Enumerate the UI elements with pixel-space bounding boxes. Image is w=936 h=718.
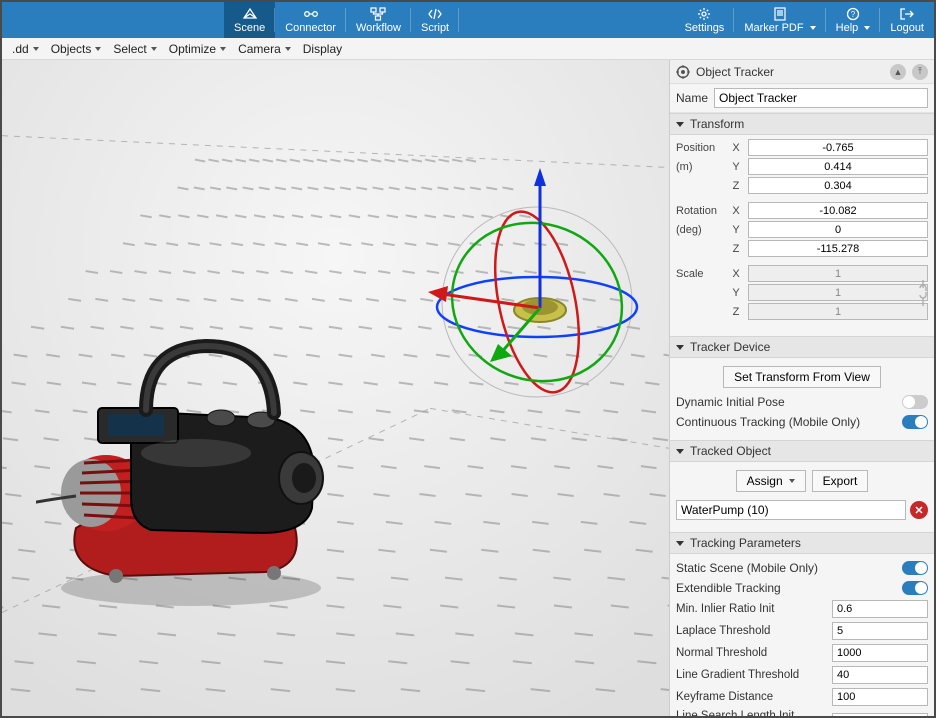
top-tab-workflow[interactable]: Workflow (346, 2, 411, 38)
menu-optimize[interactable]: Optimize (163, 42, 232, 56)
laplace-threshold-input[interactable] (832, 622, 928, 640)
transform-gizmo[interactable] (422, 162, 652, 412)
menu-add[interactable]: .dd (6, 42, 45, 56)
svg-text:?: ? (851, 10, 856, 19)
section-tracked-object-header[interactable]: Tracked Object (670, 440, 934, 462)
3d-viewport[interactable] (2, 60, 670, 716)
extendible-tracking-label: Extendible Tracking (676, 581, 781, 595)
menu-display[interactable]: Display (297, 42, 348, 56)
logout-icon (899, 7, 915, 21)
name-input[interactable] (714, 88, 928, 108)
menu-select[interactable]: Select (107, 42, 162, 56)
properties-panel: Object Tracker ▲ ⤒ Name Transform Positi… (670, 60, 934, 716)
line-search-length-input[interactable] (832, 713, 928, 716)
dynamic-initial-pose-label: Dynamic Initial Pose (676, 395, 785, 409)
help-icon: ? (845, 7, 861, 21)
normal-threshold-input[interactable] (832, 644, 928, 662)
top-tab-script[interactable]: Script (411, 2, 459, 38)
target-icon (676, 65, 690, 79)
link-scale-icon[interactable] (916, 278, 930, 308)
properties-header: Object Tracker ▲ ⤒ (670, 60, 934, 84)
line-gradient-threshold-input[interactable] (832, 666, 928, 684)
tracked-object-mesh[interactable] (36, 318, 336, 608)
scale-label: Scale (676, 268, 724, 280)
remove-tracked-object-button[interactable]: ✕ (910, 501, 928, 519)
static-scene-toggle[interactable] (902, 561, 928, 575)
workflow-icon (370, 7, 386, 21)
top-tab-connector[interactable]: Connector (275, 2, 346, 38)
rotation-z-input[interactable] (748, 240, 928, 257)
extendible-tracking-toggle[interactable] (902, 581, 928, 595)
menu-objects[interactable]: Objects (45, 42, 108, 56)
dynamic-initial-pose-toggle[interactable] (902, 395, 928, 409)
top-tab-settings[interactable]: Settings (675, 2, 735, 38)
top-tab-marker-pdf[interactable]: Marker PDF (734, 2, 825, 38)
scale-z-input (748, 303, 928, 320)
settings-icon (696, 7, 712, 21)
scale-y-input (748, 284, 928, 301)
rotation-y-input[interactable] (748, 221, 928, 238)
connector-icon (303, 7, 319, 21)
tracked-object-input[interactable] (676, 500, 906, 520)
position-x-input[interactable] (748, 139, 928, 156)
scene-icon (242, 7, 258, 21)
set-transform-from-view-button[interactable]: Set Transform From View (723, 366, 881, 388)
name-label: Name (676, 91, 708, 105)
top-tab-scene[interactable]: Scene (224, 2, 275, 38)
script-icon (427, 7, 443, 21)
top-app-bar: SceneConnectorWorkflowScript SettingsMar… (2, 2, 934, 38)
position-y-input[interactable] (748, 158, 928, 175)
assign-button[interactable]: Assign (736, 470, 806, 492)
rotation-x-input[interactable] (748, 202, 928, 219)
position-label: Position (676, 142, 724, 154)
marker-pdf-icon (772, 7, 788, 21)
menu-camera[interactable]: Camera (232, 42, 297, 56)
top-tab-help[interactable]: ?Help (826, 2, 881, 38)
rotation-label: Rotation (676, 205, 724, 217)
top-tab-logout[interactable]: Logout (880, 2, 934, 38)
position-z-input[interactable] (748, 177, 928, 194)
section-tracking-params-header[interactable]: Tracking Parameters (670, 532, 934, 554)
section-transform-header[interactable]: Transform (670, 113, 934, 135)
menu-bar: .ddObjectsSelectOptimizeCameraDisplay (2, 38, 934, 60)
nav-top-button[interactable]: ⤒ (912, 64, 928, 80)
continuous-tracking-label: Continuous Tracking (Mobile Only) (676, 415, 860, 429)
keyframe-distance-input[interactable] (832, 688, 928, 706)
properties-title: Object Tracker (696, 65, 774, 79)
nav-up-button[interactable]: ▲ (890, 64, 906, 80)
section-tracker-device-header[interactable]: Tracker Device (670, 336, 934, 358)
continuous-tracking-toggle[interactable] (902, 415, 928, 429)
scale-x-input (748, 265, 928, 282)
export-button[interactable]: Export (812, 470, 869, 492)
static-scene-label: Static Scene (Mobile Only) (676, 561, 818, 575)
min-inlier-ratio-input[interactable] (832, 600, 928, 618)
